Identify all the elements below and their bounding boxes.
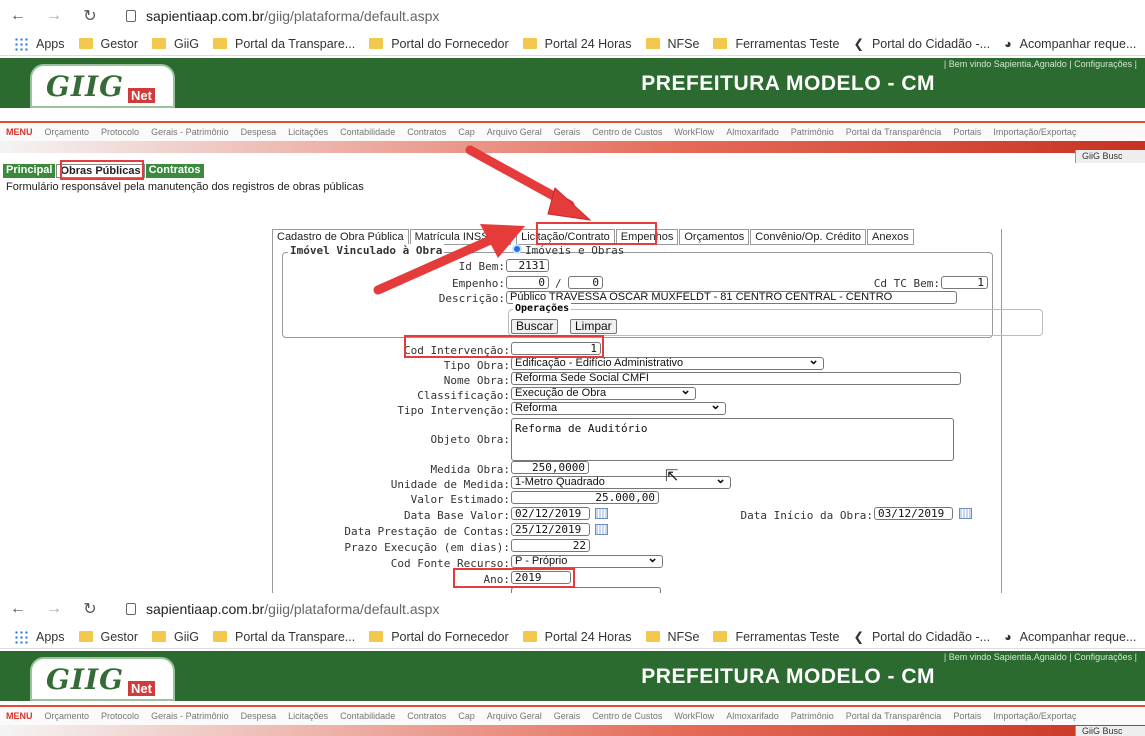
bookmark-nfse[interactable]: NFSe [645, 630, 699, 644]
page-title: PREFEITURA MODELO - CM [641, 665, 935, 688]
chevron-left-icon: ❮ [853, 630, 864, 644]
bookmark-portal-cidadao[interactable]: ❮ Portal do Cidadão -... [853, 629, 990, 645]
header-stripe [0, 725, 1145, 736]
browser-chrome-duplicate: ← → ↻ sapientiaap.com.br/giig/plataforma… [0, 593, 1145, 651]
menu-item[interactable]: Protocolo [101, 711, 139, 721]
menu-item[interactable]: Importação/Exportaç [993, 711, 1076, 721]
giig-logo: GIIG Net [30, 657, 175, 701]
folder-icon [213, 631, 228, 642]
app-header-duplicate: GIIG Net | Bem vindo Sapientia.Agnaldo | … [0, 651, 1145, 701]
menu-item[interactable]: Gerais [554, 711, 581, 721]
bookmark-apps[interactable]: Apps [14, 629, 65, 644]
bookmark-gestor[interactable]: Gestor [78, 630, 138, 644]
forward-icon[interactable]: → [36, 600, 72, 618]
bookmark-ferramentas[interactable]: Ferramentas Teste [713, 630, 839, 644]
url-text[interactable]: sapientiaap.com.br/giig/plataforma/defau… [126, 601, 439, 617]
menu-item[interactable]: Gerais - Patrimônio [151, 711, 229, 721]
welcome-text: | Bem vindo Sapientia.Agnaldo | Configur… [943, 652, 1137, 662]
menu-item[interactable]: WorkFlow [674, 711, 714, 721]
back-icon[interactable]: ← [0, 600, 36, 618]
arrow-to-form-tab [373, 224, 525, 295]
arrow-to-licitacao [465, 145, 592, 221]
bookmark-portal-fornecedor[interactable]: Portal do Fornecedor [369, 630, 509, 644]
menu-item[interactable]: Licitações [288, 711, 328, 721]
folder-icon [369, 631, 384, 642]
folder-icon [645, 631, 660, 642]
menu-item[interactable]: Arquivo Geral [487, 711, 542, 721]
bookmark-portal-24h[interactable]: Portal 24 Horas [522, 630, 632, 644]
menu-item[interactable]: Cap [458, 711, 475, 721]
bookmarks-bar: Apps Gestor GiiG Portal da Transpare... … [0, 625, 1145, 649]
menu-item[interactable]: Patrimônio [791, 711, 834, 721]
lock-icon [126, 603, 136, 615]
bookmark-portal-transparencia[interactable]: Portal da Transpare... [213, 630, 355, 644]
menu-item[interactable]: Portal da Transparência [846, 711, 942, 721]
menu-item[interactable]: Orçamento [45, 711, 90, 721]
folder-icon [713, 631, 728, 642]
folder-icon [522, 631, 537, 642]
address-bar[interactable]: ← → ↻ sapientiaap.com.br/giig/plataforma… [0, 593, 1145, 625]
folder-icon [78, 631, 93, 642]
bookmark-acompanhar[interactable]: ◕ Acompanhar reque... [1004, 630, 1136, 644]
menu-item[interactable]: Almoxarifado [726, 711, 779, 721]
bookmark-giig[interactable]: GiiG [152, 630, 199, 644]
menu-item[interactable]: Contratos [407, 711, 446, 721]
main-menu-duplicate: MENU Orçamento Protocolo Gerais - Patrim… [0, 705, 1145, 725]
menu-item[interactable]: Contabilidade [340, 711, 395, 721]
menu-label[interactable]: MENU [6, 711, 33, 721]
globe-icon: ◕ [1004, 629, 1012, 644]
menu-item[interactable]: Centro de Custos [592, 711, 662, 721]
giig-search-label[interactable]: GiiG Busc [1075, 726, 1145, 736]
apps-grid-icon [14, 629, 28, 644]
reload-icon[interactable]: ↻ [72, 599, 108, 619]
folder-icon [152, 631, 167, 642]
menu-item[interactable]: Despesa [241, 711, 277, 721]
menu-item[interactable]: Portais [953, 711, 981, 721]
